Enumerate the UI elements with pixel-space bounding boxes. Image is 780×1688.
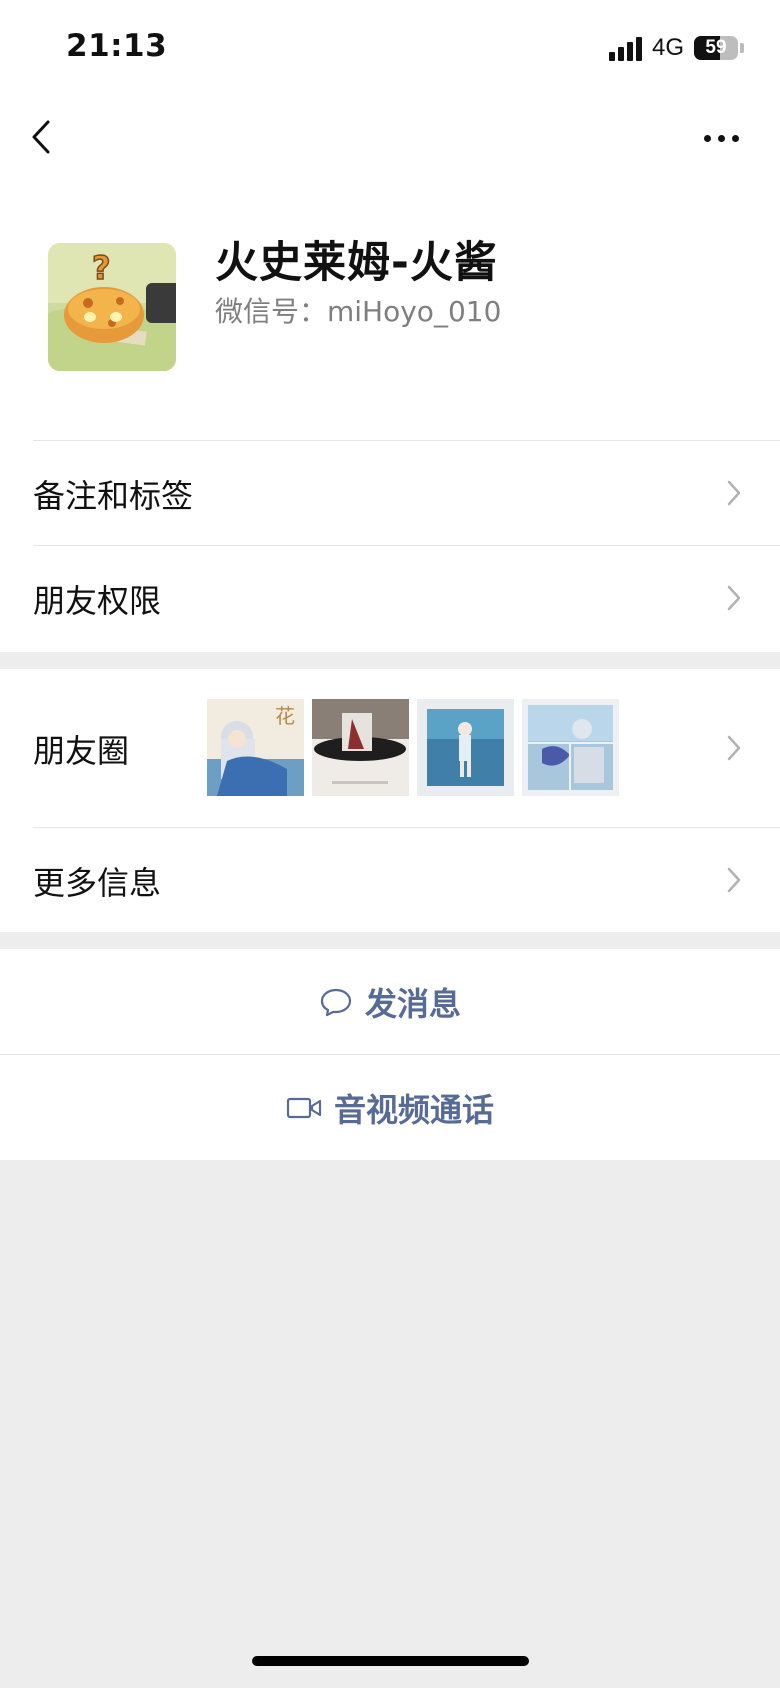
status-indicators: 4G 59 — [608, 34, 744, 62]
battery-cap — [740, 43, 744, 53]
video-call-button[interactable]: 音视频通话 — [0, 1055, 780, 1160]
avatar[interactable]: ? — [48, 243, 176, 371]
chevron-right-icon — [727, 867, 741, 893]
chevron-right-icon — [727, 480, 741, 506]
friend-permissions-label: 朋友权限 — [33, 582, 162, 620]
status-time: 21:13 — [66, 28, 168, 64]
battery-icon: 59 — [694, 36, 738, 60]
chevron-left-icon — [32, 120, 50, 154]
video-camera-icon — [286, 1097, 322, 1118]
send-message-label: 发消息 — [364, 984, 461, 1023]
chat-bubble-icon — [320, 988, 352, 1016]
home-indicator[interactable] — [252, 1656, 529, 1666]
network-type: 4G — [651, 34, 684, 61]
back-button[interactable] — [28, 116, 58, 158]
slime-avatar-image: ? — [48, 243, 176, 371]
more-info-row[interactable]: 更多信息 — [0, 828, 780, 932]
battery-level: 59 — [705, 37, 727, 58]
more-button[interactable] — [704, 128, 744, 148]
chevron-right-icon — [727, 585, 741, 611]
moments-thumbnail[interactable] — [312, 699, 409, 796]
chevron-right-icon — [727, 735, 741, 761]
friend-permissions-row[interactable]: 朋友权限 — [0, 546, 780, 652]
moments-thumbnail[interactable] — [417, 699, 514, 796]
moments-thumbnail[interactable] — [522, 699, 619, 796]
svg-text:?: ? — [92, 249, 111, 287]
svg-text:花: 花 — [275, 704, 295, 728]
moments-label: 朋友圈 — [33, 732, 130, 770]
profile-nickname: 火史莱姆-火酱 — [215, 238, 498, 288]
more-info-label: 更多信息 — [33, 864, 162, 902]
remark-tags-row[interactable]: 备注和标签 — [0, 441, 780, 545]
signal-icon — [608, 35, 642, 61]
moments-thumbnails[interactable]: 花 — [207, 699, 619, 796]
ellipsis-icon — [704, 134, 711, 142]
video-call-label: 音视频通话 — [333, 1090, 494, 1129]
remark-tags-label: 备注和标签 — [33, 477, 194, 515]
wechat-id: 微信号：miHoyo_010 — [215, 295, 502, 328]
send-message-button[interactable]: 发消息 — [0, 949, 780, 1054]
moments-thumbnail[interactable]: 花 — [207, 699, 304, 796]
